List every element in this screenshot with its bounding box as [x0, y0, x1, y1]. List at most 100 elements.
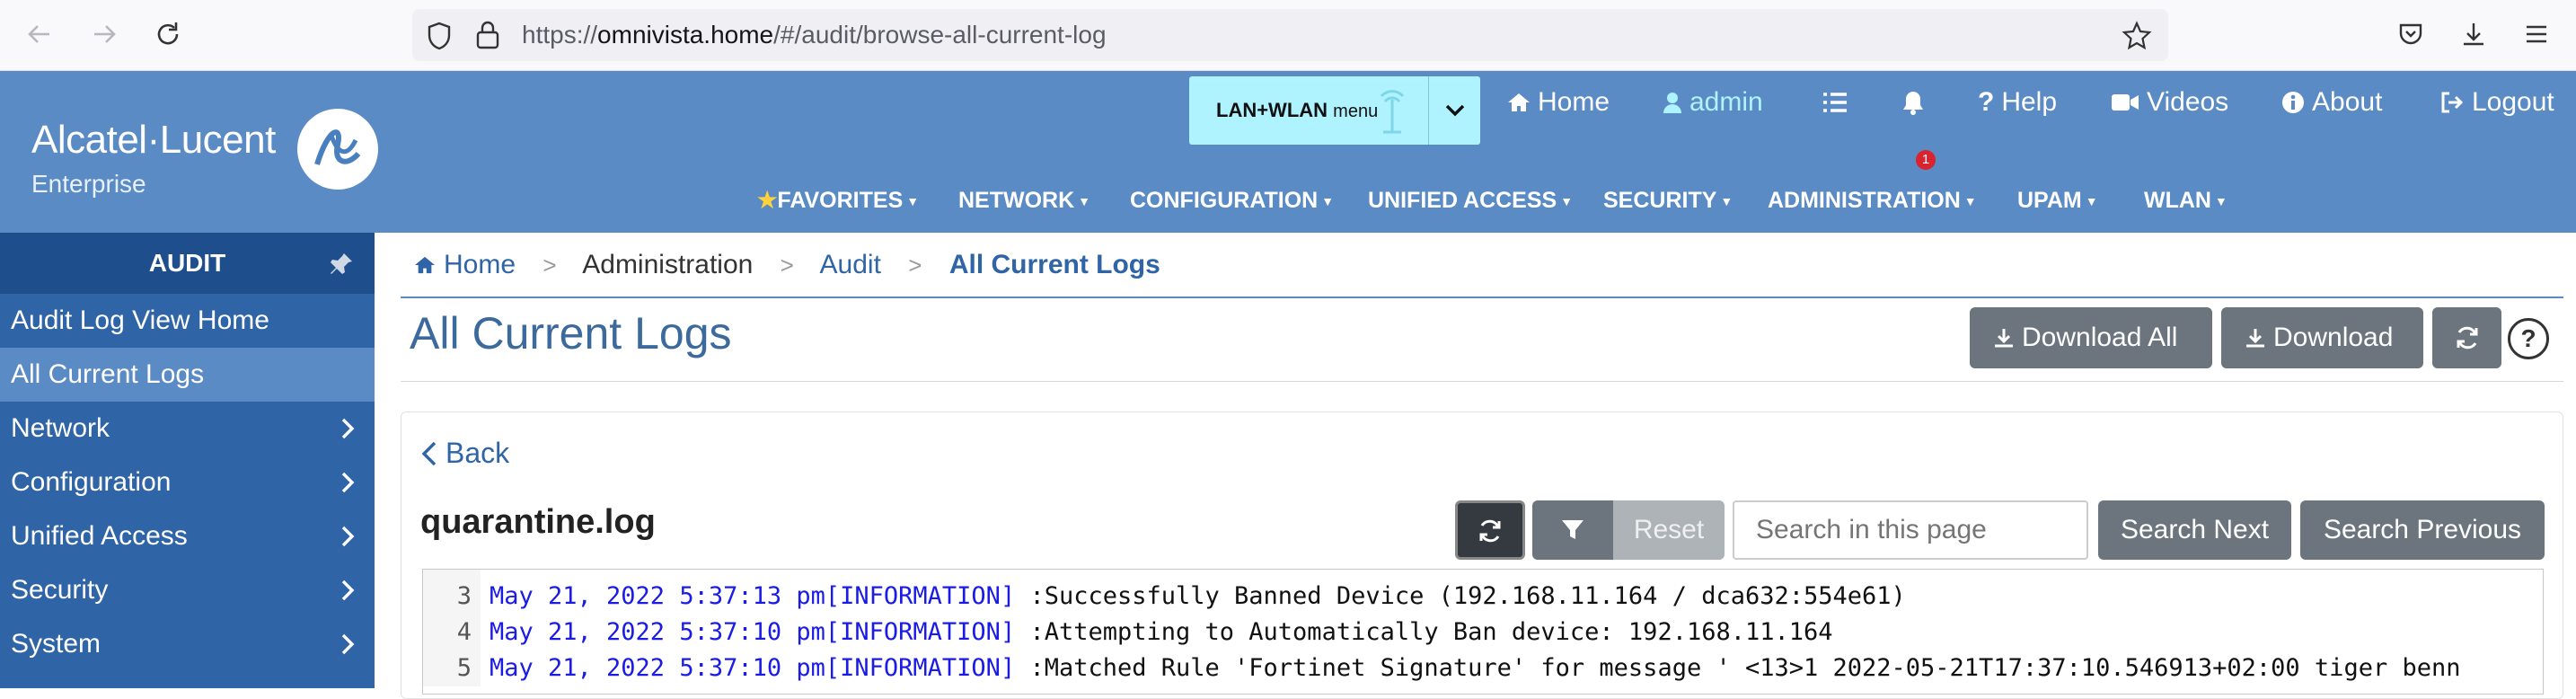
download-button[interactable]: Download: [2221, 307, 2423, 368]
top-admin-link[interactable]: admin: [1663, 80, 1763, 125]
browser-toolbar: https://omnivista.home/#/audit/browse-al…: [0, 0, 2576, 71]
reset-button[interactable]: Reset: [1613, 500, 1725, 560]
download-icon: [2246, 329, 2264, 348]
user-icon: [1663, 93, 1681, 113]
top-help-link[interactable]: ? Help: [1978, 80, 2057, 125]
info-icon: [2282, 92, 2304, 113]
wifi-tower-icon: [1374, 89, 1410, 138]
sidebar-item-configuration[interactable]: Configuration: [0, 456, 375, 509]
lan-menu-small: menu: [1333, 102, 1379, 121]
breadcrumb: Home > Administration > Audit > All Curr…: [413, 244, 1180, 286]
log-line-message: :Matched Rule 'Fortinet Signature' for m…: [1015, 654, 2461, 682]
pocket-icon[interactable]: [2393, 16, 2429, 52]
log-line-number: 5: [423, 650, 481, 686]
search-previous-button[interactable]: Search Previous: [2300, 500, 2545, 560]
sidebar: AUDIT Audit Log View Home All Current Lo…: [0, 233, 375, 688]
sidebar-item-system[interactable]: System: [0, 617, 375, 671]
forward-arrow-icon[interactable]: [86, 16, 122, 52]
breadcrumb-divider: [401, 296, 2563, 298]
refresh-button[interactable]: [2432, 307, 2501, 368]
menu-wlan[interactable]: WLAN ▼: [2144, 178, 2228, 223]
url-text: https://omnivista.home/#/audit/browse-al…: [522, 21, 1107, 49]
notification-count-badge: 1: [1916, 150, 1936, 170]
chevron-right-icon: [341, 472, 355, 493]
breadcrumb-home[interactable]: Home: [413, 250, 516, 279]
back-link[interactable]: Back: [420, 437, 509, 470]
sidebar-title: AUDIT: [148, 249, 226, 277]
chevron-right-icon: [341, 580, 355, 601]
top-videos-link[interactable]: Videos: [2111, 80, 2228, 125]
top-home-link[interactable]: Home: [1507, 80, 1610, 125]
breadcrumb-separator: >: [908, 252, 922, 279]
caret-down-icon: ▼: [2214, 194, 2228, 209]
sidebar-item-all-current-logs[interactable]: All Current Logs: [0, 348, 375, 402]
log-viewer[interactable]: 3 May 21, 2022 5:37:13 pm[INFORMATION] :S…: [422, 569, 2544, 695]
menu-unified-access[interactable]: UNIFIED ACCESS ▼: [1368, 178, 1573, 223]
log-line-timestamp: May 21, 2022 5:37:10 pm[INFORMATION]: [490, 618, 1016, 646]
menu-upam[interactable]: UPAM ▼: [2017, 178, 2098, 223]
notifications-bell-icon[interactable]: [1901, 80, 1926, 125]
log-line-timestamp: May 21, 2022 5:37:13 pm[INFORMATION]: [490, 582, 1016, 610]
downloads-icon[interactable]: [2456, 16, 2492, 52]
lock-icon[interactable]: [475, 20, 500, 55]
chevron-left-icon: [421, 441, 437, 465]
star-icon: ★: [757, 188, 778, 213]
list-icon[interactable]: [1822, 80, 1848, 125]
caret-down-icon: ▼: [2085, 194, 2098, 209]
caret-down-icon: ▼: [1321, 194, 1335, 209]
lan-menu-label: LAN+WLAN: [1216, 99, 1328, 121]
sidebar-item-network[interactable]: Network: [0, 402, 375, 456]
url-bar[interactable]: https://omnivista.home/#/audit/browse-al…: [412, 9, 2168, 61]
help-icon[interactable]: ?: [2508, 318, 2549, 359]
filter-icon: [1562, 520, 1584, 539]
sidebar-item-unified-access[interactable]: Unified Access: [0, 509, 375, 563]
chevron-right-icon: [341, 633, 355, 655]
back-arrow-icon[interactable]: [22, 16, 57, 52]
sidebar-header: AUDIT: [0, 233, 375, 294]
page-title: All Current Logs: [410, 308, 732, 358]
logo-text: Alcatel·Lucent: [31, 118, 276, 162]
search-next-button[interactable]: Search Next: [2098, 500, 2291, 560]
caret-down-icon: ▼: [1078, 194, 1091, 209]
breadcrumb-audit[interactable]: Audit: [820, 250, 881, 279]
top-logout-link[interactable]: Logout: [2439, 80, 2554, 125]
sidebar-item-security[interactable]: Security: [0, 563, 375, 617]
shield-icon[interactable]: [426, 22, 453, 55]
download-icon: [1995, 329, 2013, 348]
search-input[interactable]: [1733, 500, 2088, 560]
bookmark-star-icon[interactable]: [2122, 21, 2152, 56]
menu-security[interactable]: SECURITY ▼: [1603, 178, 1733, 223]
log-line: 4 May 21, 2022 5:37:10 pm[INFORMATION] :A…: [423, 615, 1833, 650]
video-camera-icon: [2112, 94, 2139, 111]
caret-down-icon: ▼: [906, 194, 920, 209]
chevron-right-icon: [341, 418, 355, 439]
refresh-log-button[interactable]: [1455, 500, 1525, 560]
menu-administration[interactable]: ADMINISTRATION ▼: [1768, 178, 1977, 223]
title-divider: [401, 381, 2563, 382]
logout-icon: [2441, 92, 2464, 113]
breadcrumb-separator: >: [543, 252, 557, 279]
question-icon: ?: [1978, 87, 1995, 117]
download-all-button[interactable]: Download All: [1970, 307, 2212, 368]
menu-favorites[interactable]: ★FAVORITES ▼: [757, 178, 919, 223]
log-line-number: 3: [423, 579, 481, 615]
chevron-down-icon[interactable]: [1428, 76, 1480, 145]
hamburger-menu-icon[interactable]: [2519, 16, 2554, 52]
top-about-link[interactable]: About: [2281, 80, 2382, 125]
reload-icon[interactable]: [150, 16, 186, 52]
menu-network[interactable]: NETWORK ▼: [958, 178, 1090, 223]
menu-configuration[interactable]: CONFIGURATION ▼: [1130, 178, 1334, 223]
breadcrumb-separator: >: [780, 252, 794, 279]
log-line-timestamp: May 21, 2022 5:37:10 pm[INFORMATION]: [490, 654, 1016, 682]
sidebar-item-audit-log-view-home[interactable]: Audit Log View Home: [0, 294, 375, 348]
log-line-number: 4: [423, 615, 481, 650]
caret-down-icon: ▼: [1720, 194, 1734, 209]
log-line-message: :Successfully Banned Device (192.168.11.…: [1015, 582, 1906, 610]
log-line: 3 May 21, 2022 5:37:13 pm[INFORMATION] :S…: [423, 579, 1906, 615]
logo-subtitle: Enterprise: [31, 170, 146, 198]
log-file-name: quarantine.log: [420, 503, 656, 541]
refresh-icon: [1479, 519, 1501, 543]
lan-wlan-menu-button[interactable]: LAN+WLAN menu: [1189, 76, 1480, 145]
filter-button[interactable]: [1532, 500, 1613, 560]
pin-icon[interactable]: [328, 251, 355, 278]
